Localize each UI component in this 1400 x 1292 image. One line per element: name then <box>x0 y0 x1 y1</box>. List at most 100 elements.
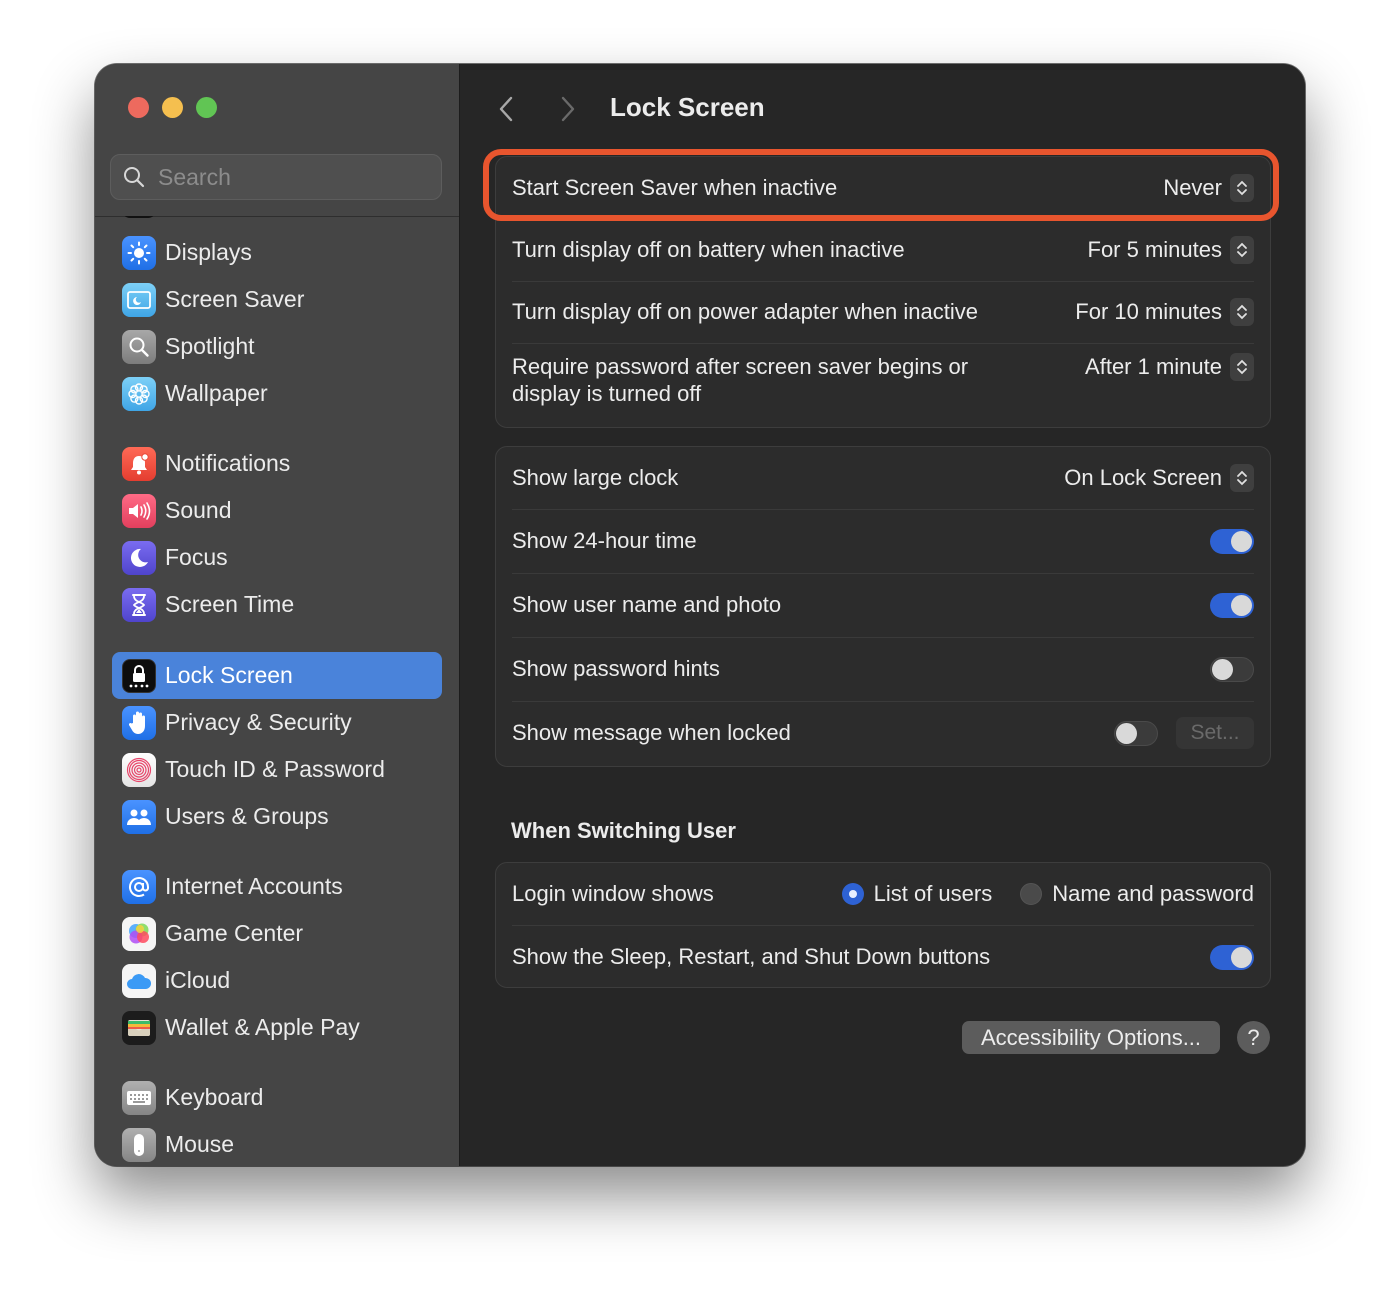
sidebar-item-displays[interactable]: Displays <box>112 229 442 276</box>
hand-icon <box>122 705 156 740</box>
login-window-row: Login window shows List of users Name an… <box>512 863 1254 925</box>
24-hour-time-toggle[interactable] <box>1210 528 1254 554</box>
screen-saver-popup[interactable]: Never <box>1163 174 1254 202</box>
large-clock-popup[interactable]: On Lock Screen <box>1064 464 1254 492</box>
search-input[interactable] <box>156 162 420 192</box>
at-icon <box>122 869 156 904</box>
row-label: Login window shows <box>512 881 714 906</box>
radio-name-and-password[interactable]: Name and password <box>1020 881 1254 907</box>
adapter-display-off-popup[interactable]: For 10 minutes <box>1075 298 1254 326</box>
radio-label: Name and password <box>1052 881 1254 906</box>
minimize-button[interactable] <box>162 97 183 118</box>
password-hints-row: Show password hints <box>512 637 1254 701</box>
user-name-photo-toggle[interactable] <box>1210 592 1254 618</box>
chevron-left-icon <box>499 96 513 122</box>
cloud-icon <box>122 963 156 998</box>
sidebar-item-label: Sound <box>165 497 232 523</box>
flower-icon <box>122 376 156 411</box>
popup-value: Never <box>1163 175 1222 200</box>
sleep-restart-shutdown-toggle[interactable] <box>1210 944 1254 970</box>
row-label: Show password hints <box>512 656 720 681</box>
hourglass-icon <box>122 587 156 622</box>
row-label: Turn display off on battery when inactiv… <box>512 237 905 262</box>
row-label: Turn display off on power adapter when i… <box>512 299 978 324</box>
sidebar-item-internet-accounts[interactable]: Internet Accounts <box>112 863 442 910</box>
keyboard-icon <box>122 1080 156 1115</box>
sidebar-item-sound[interactable]: Sound <box>112 487 442 534</box>
section-title-switching-user: When Switching User <box>511 818 736 843</box>
row-label: Show message when locked <box>512 720 791 745</box>
main-pane: Lock Screen Start Screen Saver when inac… <box>460 64 1305 1166</box>
sidebar-item-screen-saver[interactable]: Screen Saver <box>112 276 442 323</box>
sidebar-list[interactable]: Displays Screen Saver Spotlight Wallpape… <box>95 216 459 1166</box>
sun-icon <box>122 235 156 270</box>
sidebar-item-label: Focus <box>165 544 228 570</box>
login-window-radio-group: List of users Name and password <box>841 881 1254 907</box>
accessibility-options-button[interactable]: Accessibility Options... <box>962 1021 1220 1054</box>
sidebar-item-screen-time[interactable]: Screen Time <box>112 581 442 628</box>
timing-settings-group: Start Screen Saver when inactive Never T… <box>495 156 1271 428</box>
up-down-chevron-icon <box>1230 353 1254 381</box>
popup-value: For 5 minutes <box>1087 237 1223 262</box>
sidebar-item-label: Screen Saver <box>165 286 305 312</box>
sidebar-item-users-groups[interactable]: Users & Groups <box>112 793 442 840</box>
radio-label: List of users <box>873 881 993 906</box>
row-divider <box>512 343 1254 344</box>
switching-user-group: Login window shows List of users Name an… <box>495 862 1271 988</box>
close-button[interactable] <box>128 97 149 118</box>
adapter-display-off-row: Turn display off on power adapter when i… <box>512 281 1254 343</box>
sidebar-item-spotlight[interactable]: Spotlight <box>112 323 442 370</box>
popup-value: After 1 minute <box>1085 354 1222 379</box>
sidebar-item-privacy-security[interactable]: Privacy & Security <box>112 699 442 746</box>
forward-button[interactable] <box>555 94 579 124</box>
battery-display-off-popup[interactable]: For 5 minutes <box>1087 236 1254 264</box>
mouse-icon <box>122 1127 156 1162</box>
moon-icon <box>122 540 156 575</box>
sleep-restart-shutdown-row: Show the Sleep, Restart, and Shut Down b… <box>512 925 1254 989</box>
set-message-button[interactable]: Set... <box>1176 717 1254 749</box>
screen-saver-row: Start Screen Saver when inactive Never <box>512 157 1254 219</box>
radio-list-of-users[interactable]: List of users <box>841 881 993 907</box>
sidebar-item-focus[interactable]: Focus <box>112 534 442 581</box>
24-hour-time-row: Show 24-hour time <box>512 509 1254 573</box>
sidebar-item-icloud[interactable]: iCloud <box>112 957 442 1004</box>
sidebar-item-label: Users & Groups <box>165 803 329 829</box>
users-icon <box>122 799 156 834</box>
row-label: Show the Sleep, Restart, and Shut Down b… <box>512 944 991 969</box>
back-button[interactable] <box>495 94 519 124</box>
help-button[interactable]: ? <box>1237 1021 1270 1054</box>
message-when-locked-toggle[interactable] <box>1114 720 1158 746</box>
sidebar-item-label: Keyboard <box>165 1084 264 1110</box>
require-password-row: Require password after screen saver begi… <box>512 353 1254 413</box>
sidebar-item-label: Wallpaper <box>165 380 268 406</box>
magnifier-icon <box>122 329 156 364</box>
sidebar-item-notifications[interactable]: Notifications <box>112 440 442 487</box>
sidebar-item-label: Wallet & Apple Pay <box>165 1014 360 1040</box>
sidebar-item-game-center[interactable]: Game Center <box>112 910 442 957</box>
large-clock-row: Show large clock On Lock Screen <box>512 447 1254 509</box>
radio-checked-icon <box>841 883 864 905</box>
sidebar-item-label: iCloud <box>165 967 231 993</box>
row-label: Require password after screen saver begi… <box>512 354 969 406</box>
row-label: Show user name and photo <box>512 592 782 617</box>
sidebar-item-mouse[interactable]: Mouse <box>112 1121 442 1166</box>
sidebar-item-wallpaper[interactable]: Wallpaper <box>112 370 442 417</box>
system-settings-window: Displays Screen Saver Spotlight Wallpape… <box>95 64 1305 1166</box>
sidebar-item-label: Game Center <box>165 920 304 946</box>
row-label: Start Screen Saver when inactive <box>512 175 838 200</box>
lock-icon <box>122 658 156 693</box>
search-icon <box>124 167 145 188</box>
sidebar-item-label: Lock Screen <box>165 662 293 688</box>
zoom-button[interactable] <box>196 97 217 118</box>
require-password-popup[interactable]: After 1 minute <box>1085 353 1254 381</box>
sidebar-item-wallet[interactable]: Wallet & Apple Pay <box>112 1004 442 1051</box>
sidebar-item-touch-id[interactable]: Touch ID & Password <box>112 746 442 793</box>
sidebar-item-label: Touch ID & Password <box>165 756 385 782</box>
message-when-locked-row: Show message when locked Set... <box>512 701 1254 765</box>
page-title: Lock Screen <box>610 92 765 122</box>
search-field[interactable] <box>110 154 442 200</box>
password-hints-toggle[interactable] <box>1210 656 1254 682</box>
popup-value: On Lock Screen <box>1064 465 1222 490</box>
sidebar-item-keyboard[interactable]: Keyboard <box>112 1074 442 1121</box>
sidebar-item-lock-screen[interactable]: Lock Screen <box>112 652 442 699</box>
